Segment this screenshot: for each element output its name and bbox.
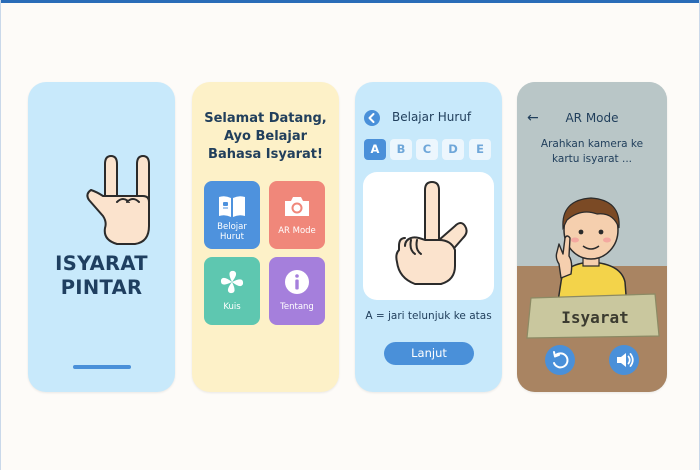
- next-button[interactable]: Lanjut: [384, 342, 474, 365]
- window-left-border: [0, 0, 1, 470]
- screen-title: AR Mode: [565, 111, 619, 125]
- learn-letters-screen: Belajar Huruf A B C D E A = jari telunju…: [355, 82, 502, 392]
- letter-tab-d[interactable]: D: [442, 139, 464, 160]
- menu-kuis-label: Kuis: [223, 302, 241, 312]
- app-title-line1: ISYARAT: [55, 252, 148, 275]
- app-title-line2: PINTAR: [60, 276, 143, 299]
- ar-mode-screen: ← AR Mode Arahkan kamera ke kartu isyara…: [517, 82, 667, 392]
- letter-tab-e[interactable]: E: [469, 139, 491, 160]
- love-sign-hand-icon: [86, 155, 150, 245]
- sign-image-card: [363, 172, 494, 300]
- speaker-icon: [617, 353, 634, 367]
- replay-icon: [553, 351, 569, 369]
- letter-tab-a[interactable]: A: [364, 139, 386, 160]
- ar-instruction: Arahkan kamera ke kartu isyarat ...: [540, 138, 644, 165]
- sign-description: A = jari telunjuk ke atas: [365, 310, 492, 322]
- welcome-heading: Selamat Datang, Ayo Belajar Bahasa Isyar…: [204, 111, 327, 162]
- window-top-border: [0, 0, 700, 3]
- letter-tab-b[interactable]: B: [390, 139, 412, 160]
- menu-kuis-button[interactable]: Kuis: [204, 257, 260, 325]
- camera-icon: [285, 197, 309, 216]
- info-icon: [285, 270, 309, 294]
- back-button[interactable]: [364, 110, 380, 126]
- screen-title: Belajar Huruf: [392, 110, 472, 124]
- sound-button[interactable]: [609, 345, 639, 375]
- menu-tentang-button[interactable]: Tentang: [269, 257, 325, 325]
- splash-screen: ISYARAT PINTAR: [28, 82, 175, 392]
- app-title: ISYARAT PINTAR: [28, 252, 175, 300]
- menu-ar-mode-button[interactable]: AR Mode: [269, 181, 325, 249]
- camera-view-illustration: [517, 82, 667, 392]
- replay-button[interactable]: [545, 345, 575, 375]
- index-finger-up-hand-icon: [395, 181, 468, 285]
- menu-tentang-label: Tentang: [280, 302, 314, 312]
- pinwheel-icon: [220, 270, 244, 294]
- menu-ar-label: AR Mode: [278, 226, 316, 236]
- splash-loading-bar: [73, 365, 131, 369]
- letter-tab-c[interactable]: C: [416, 139, 438, 160]
- book-icon: [219, 196, 245, 217]
- sign-card-text: Isyarat: [561, 308, 629, 327]
- menu-belajar-huruf-button[interactable]: Belojar Hurut: [204, 181, 260, 249]
- home-screen: Selamat Datang, Ayo Belajar Bahasa Isyar…: [192, 82, 339, 392]
- chevron-left-icon: [368, 113, 375, 123]
- menu-belajar-label: Belojar Hurut: [217, 222, 247, 242]
